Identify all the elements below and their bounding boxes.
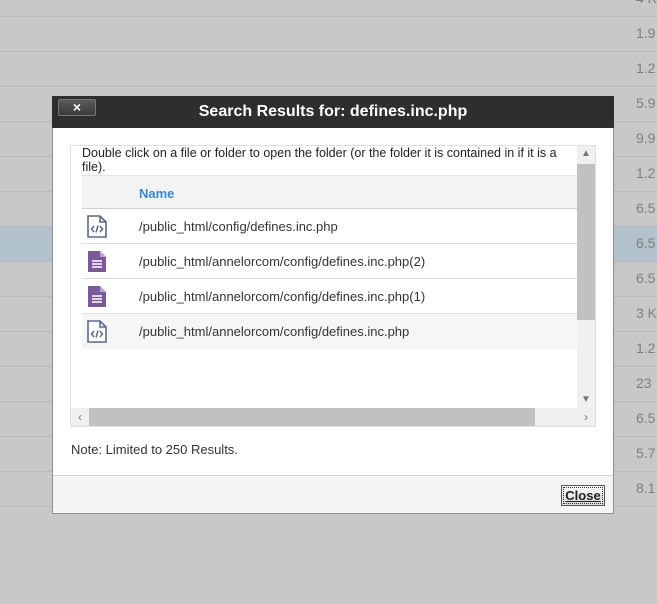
table-row[interactable]: 1.9 [0,17,657,52]
results-table: Name /public_html/config/defines.inc.php… [82,175,578,349]
file-size: 1.9 [636,25,656,41]
results-limit-note: Note: Limited to 250 Results. [71,442,238,457]
scroll-left-icon[interactable]: ‹ [71,408,89,426]
file-size: 6.5 [636,235,656,251]
text-file-icon [88,286,106,307]
file-size: 3 K [636,305,657,321]
file-path: /public_html/annelorcom/config/defines.i… [139,324,410,339]
file-size: 6.5 [636,270,656,286]
name-column-header[interactable]: Name [139,186,174,201]
scroll-up-icon[interactable]: ▲ [577,146,595,162]
file-size: 6.5 [636,200,656,216]
dialog-footer: Close [53,475,613,513]
file-size: 5.7 [636,445,656,461]
file-size: 1.2 [636,340,656,356]
file-path: /public_html/config/defines.inc.php [139,219,338,234]
scroll-down-icon[interactable]: ▼ [577,392,595,408]
file-size: 9.9 [636,130,656,146]
horizontal-scroll-thumb[interactable] [89,408,535,426]
table-row[interactable]: 1.2 [0,52,657,87]
scroll-right-icon[interactable]: › [577,408,595,426]
file-size: 5.9 [636,95,656,111]
instructions-text: Double click on a file or folder to open… [82,146,557,174]
close-button[interactable]: Close [561,485,605,506]
vertical-scrollbar[interactable]: ▲ ▼ [577,146,595,408]
dialog-titlebar[interactable]: × Search Results for: defines.inc.php [52,96,614,128]
file-path: /public_html/annelorcom/config/defines.i… [139,254,426,269]
table-row[interactable]: /public_html/annelorcom/config/defines.i… [82,279,578,314]
file-size: 6.5 [636,410,656,426]
table-header: Name [82,175,578,209]
horizontal-scrollbar[interactable]: ‹ › [71,408,595,426]
table-row[interactable]: /public_html/annelorcom/config/defines.i… [82,314,578,349]
file-size: 1.2 [636,165,656,181]
file-size: 8.1 [636,480,656,496]
file-size: 1.2 [636,60,656,76]
code-file-icon [87,320,107,343]
file-size: 4 K [636,0,657,6]
table-row[interactable]: /public_html/annelorcom/config/defines.i… [82,244,578,279]
code-file-icon [87,215,107,238]
dialog-title: Search Results for: defines.inc.php [198,103,468,120]
search-results-dialog: × Search Results for: defines.inc.php Do… [52,96,614,514]
file-size: 23 [636,375,652,391]
vertical-scroll-thumb[interactable] [577,164,595,320]
table-row[interactable]: /public_html/config/defines.inc.php [82,209,578,244]
text-file-icon [88,251,106,272]
table-row[interactable]: 4 K [0,0,657,17]
file-path: /public_html/annelorcom/config/defines.i… [139,289,426,304]
